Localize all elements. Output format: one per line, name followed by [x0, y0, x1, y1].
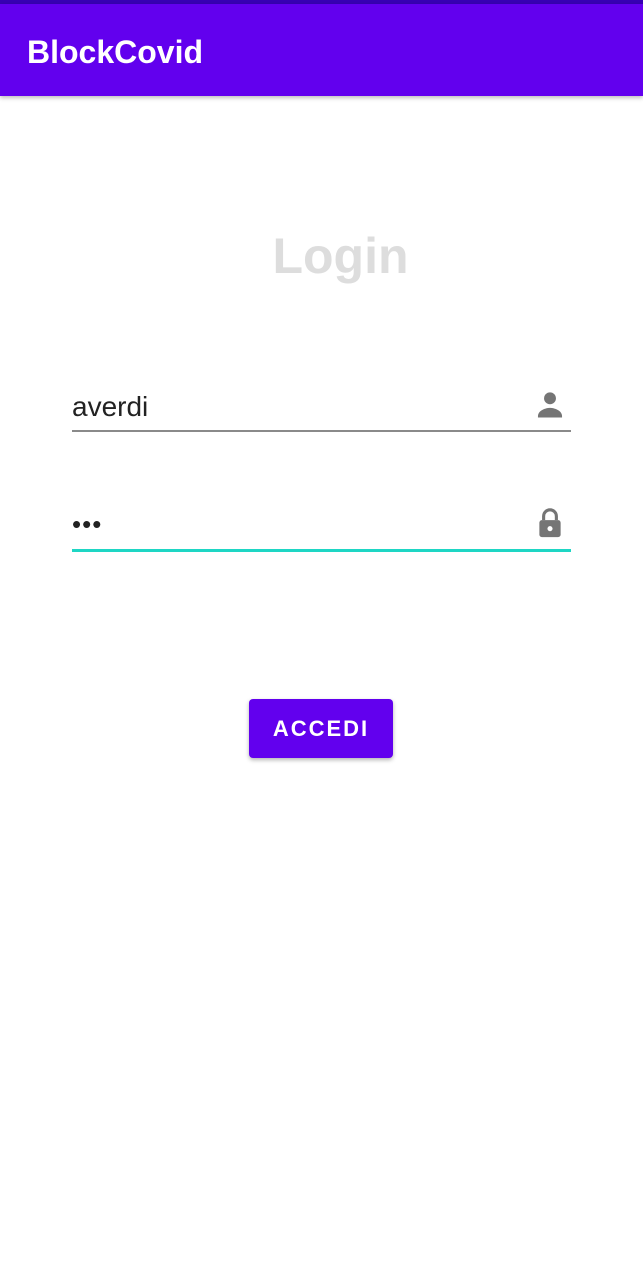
page-title: Login	[272, 228, 409, 284]
person-icon	[533, 386, 567, 422]
app-title: BlockCovid	[27, 34, 204, 70]
username-input[interactable]: averdi	[72, 390, 512, 424]
username-field[interactable]: averdi	[72, 372, 571, 432]
lock-icon	[533, 505, 567, 541]
login-button[interactable]: ACCEDI	[249, 699, 393, 758]
password-input[interactable]: •••	[72, 507, 512, 541]
password-field[interactable]: •••	[72, 492, 571, 552]
app-bar: BlockCovid	[0, 4, 643, 96]
